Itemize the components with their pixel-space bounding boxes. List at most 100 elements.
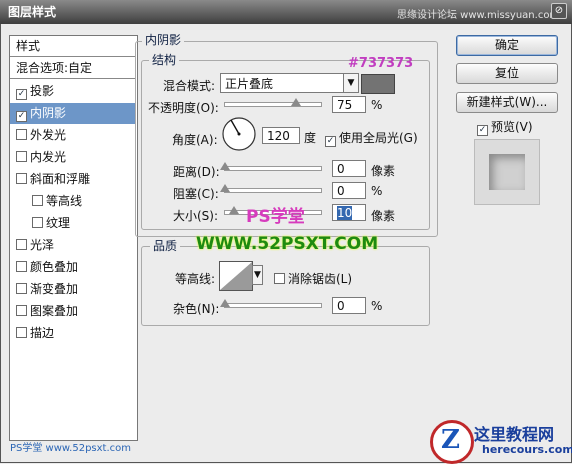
angle-label: 角度(A): — [172, 133, 218, 147]
choke-label: 阻塞(C): — [173, 187, 219, 201]
logo-letter: Z — [441, 425, 460, 455]
size-input[interactable]: 10 — [332, 204, 366, 221]
global-light-checkbox[interactable]: ✓ 使用全局光(G) — [325, 129, 418, 147]
style-item-11[interactable]: 图案叠加 — [10, 301, 136, 322]
quality-title: 品质 — [150, 237, 181, 254]
distance-slider-thumb[interactable] — [220, 162, 230, 170]
style-item-10[interactable]: 渐变叠加 — [10, 279, 136, 300]
angle-unit: 度 — [304, 131, 317, 145]
style-item-check-icon[interactable] — [32, 195, 43, 206]
style-item-12[interactable]: 描边 — [10, 323, 136, 344]
title-bar: 图层样式 思缘设计论坛 www.missyuan.com ⊘ — [0, 0, 572, 24]
preview-checkbox[interactable]: ✓ 预览(V) — [477, 118, 533, 136]
angle-input[interactable]: 120 — [262, 127, 300, 144]
style-item-label: 图案叠加 — [30, 304, 79, 318]
contour-preview-icon[interactable] — [219, 261, 253, 291]
style-item-label: 内发光 — [30, 150, 67, 164]
opacity-slider[interactable] — [224, 102, 322, 107]
watermark-bottom-right-title: 这里教程网 — [474, 425, 555, 444]
style-preview-swatch — [489, 154, 525, 190]
style-item-check-icon[interactable] — [16, 305, 27, 316]
inner-shadow-title: 内阴影 — [142, 31, 185, 48]
noise-slider-thumb[interactable] — [220, 299, 230, 307]
style-item-2[interactable]: ✓ 内阴影 — [10, 103, 136, 124]
style-item-3[interactable]: 外发光 — [10, 125, 136, 146]
choke-input[interactable]: 0 — [332, 182, 366, 199]
global-light-check-icon[interactable]: ✓ — [325, 136, 336, 147]
opacity-unit: % — [371, 98, 383, 112]
distance-input[interactable]: 0 — [332, 160, 366, 177]
style-item-9[interactable]: 颜色叠加 — [10, 257, 136, 278]
style-item-label: 纹理 — [46, 216, 71, 230]
style-item-check-icon[interactable] — [16, 283, 27, 294]
reset-button[interactable]: 复位 — [456, 63, 558, 84]
size-input-selection: 10 — [337, 206, 353, 220]
noise-label: 杂色(N): — [173, 302, 220, 316]
style-item-6[interactable]: 等高线 — [10, 191, 136, 212]
noise-slider[interactable] — [224, 303, 322, 308]
style-item-label: 描边 — [30, 326, 55, 340]
style-item-1[interactable]: ✓ 投影 — [10, 81, 136, 102]
style-item-check-icon[interactable] — [16, 239, 27, 250]
opacity-slider-thumb[interactable] — [291, 98, 301, 106]
style-item-label: 光泽 — [30, 238, 55, 252]
anti-alias-checkbox[interactable]: 消除锯齿(L) — [274, 270, 352, 287]
noise-unit: % — [371, 299, 383, 313]
watermark-bottom-right-url: herecours.com — [482, 443, 572, 456]
blend-mode-label: 混合模式: — [163, 79, 216, 93]
style-item-check-icon[interactable] — [16, 327, 27, 338]
distance-unit: 像素 — [371, 164, 396, 178]
style-list-header[interactable]: 样式 — [10, 36, 136, 57]
anti-alias-check-icon[interactable] — [274, 273, 285, 284]
style-item-5[interactable]: 斜面和浮雕 — [10, 169, 136, 190]
herecours-logo-icon: Z — [430, 420, 474, 464]
choke-slider-thumb[interactable] — [220, 184, 230, 192]
watermark-ps-center: PS学堂 — [246, 207, 305, 227]
angle-dial[interactable] — [221, 116, 257, 152]
choke-unit: % — [371, 184, 383, 198]
style-item-label: 斜面和浮雕 — [30, 172, 91, 186]
window-title: 图层样式 — [8, 5, 57, 19]
style-item-check-icon[interactable] — [16, 261, 27, 272]
noise-input[interactable]: 0 — [332, 297, 366, 314]
style-item-check-icon[interactable] — [16, 173, 27, 184]
style-item-label: 渐变叠加 — [30, 282, 79, 296]
style-item-check-icon[interactable]: ✓ — [16, 89, 27, 100]
blend-mode-select[interactable]: 正片叠底 — [220, 73, 344, 93]
style-item-check-icon[interactable] — [32, 217, 43, 228]
watermark-bottom-left: PS学堂 www.52psxt.com — [10, 443, 132, 454]
contour-dropdown-icon[interactable]: ▼ — [252, 265, 263, 285]
new-style-button[interactable]: 新建样式(W)... — [456, 92, 558, 113]
preview-check-icon[interactable]: ✓ — [477, 125, 488, 136]
color-hex-annotation: #737373 — [348, 56, 414, 71]
contour-label: 等高线: — [175, 272, 216, 286]
opacity-label: 不透明度(O): — [148, 101, 219, 115]
style-item-label: 投影 — [30, 84, 55, 98]
distance-slider[interactable] — [224, 166, 322, 171]
distance-label: 距离(D): — [173, 165, 220, 179]
opacity-input[interactable]: 75 — [332, 96, 366, 113]
style-item-check-icon[interactable]: ✓ — [16, 111, 27, 122]
style-list: 样式 混合选项:自定 ✓ 投影 ✓ 内阴影 外发光 内发光 斜面和浮雕 等高线 纹理 光泽 颜色叠加… — [9, 35, 138, 441]
style-item-7[interactable]: 纹理 — [10, 213, 136, 234]
style-item-8[interactable]: 光泽 — [10, 235, 136, 256]
ok-button[interactable]: 确定 — [456, 35, 558, 56]
style-item-label: 外发光 — [30, 128, 67, 142]
style-item-check-icon[interactable] — [16, 151, 27, 162]
style-item-4[interactable]: 内发光 — [10, 147, 136, 168]
blend-options-item[interactable]: 混合选项:自定 — [10, 58, 136, 79]
size-slider-thumb[interactable] — [229, 206, 239, 214]
size-label: 大小(S): — [173, 209, 219, 223]
structure-title: 结构 — [149, 51, 180, 68]
style-item-label: 内阴影 — [30, 106, 67, 120]
style-preview-box — [474, 139, 540, 205]
style-item-label: 颜色叠加 — [30, 260, 79, 274]
close-icon[interactable]: ⊘ — [551, 3, 567, 19]
watermark-site-center: WWW.52PSXT.COM — [196, 234, 379, 254]
shadow-color-swatch[interactable] — [361, 74, 395, 94]
preview-label: 预览(V) — [491, 120, 533, 134]
style-item-check-icon[interactable] — [16, 129, 27, 140]
style-item-label: 等高线 — [46, 194, 83, 208]
blend-mode-dropdown-icon[interactable]: ▼ — [343, 73, 359, 93]
choke-slider[interactable] — [224, 188, 322, 193]
